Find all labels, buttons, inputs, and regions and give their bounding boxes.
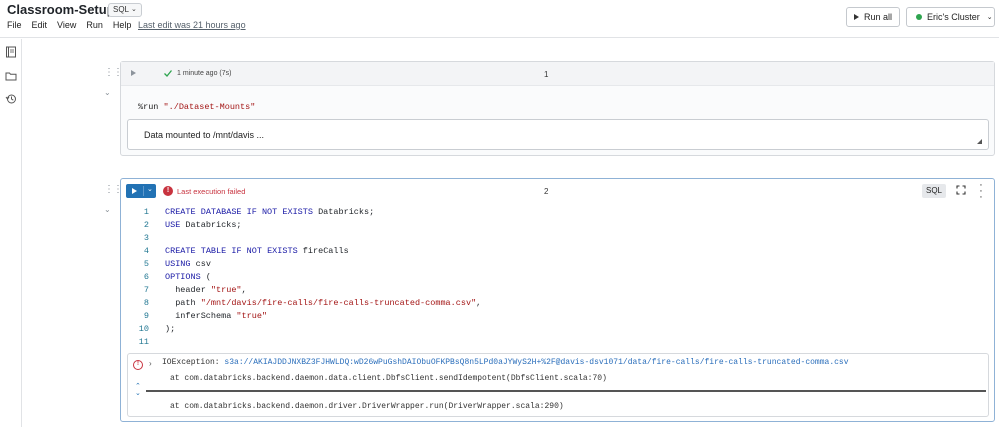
code-line[interactable]: 8 path "/mnt/davis/fire-calls/fire-calls… bbox=[121, 297, 994, 310]
line-number: 1 bbox=[143, 207, 149, 217]
chevron-down-icon: ⌄ bbox=[131, 6, 137, 13]
language-label: SQL bbox=[113, 5, 130, 14]
error-path[interactable]: s3a://AKIAJDDJNXBZ3FJHWLDQ:wD26wPuGshDAI… bbox=[224, 358, 848, 367]
cell-result: Data mounted to /mnt/davis ... bbox=[127, 119, 989, 150]
error-output: ! › IOException: s3a://AKIAJDDJNXBZ3FJHW… bbox=[127, 353, 989, 417]
code-text: inferSchema "true" bbox=[165, 311, 268, 321]
menu-bar: File Edit View Run Help bbox=[7, 20, 141, 30]
cell-toolbar: 1 minute ago (7s) 1 bbox=[121, 62, 994, 86]
stack-trace-line: at com.databricks.backend.daemon.driver.… bbox=[170, 402, 564, 411]
code-text: USING csv bbox=[165, 259, 211, 269]
code-line[interactable]: 3 bbox=[121, 232, 994, 245]
last-edit-link[interactable]: Last edit was 21 hours ago bbox=[138, 20, 246, 30]
trace-divider[interactable] bbox=[146, 390, 986, 392]
run-all-label: Run all bbox=[863, 12, 892, 22]
line-number: 8 bbox=[143, 298, 149, 308]
language-selector[interactable]: SQL ⌄ bbox=[108, 3, 142, 17]
line-number: 7 bbox=[143, 285, 149, 295]
line-number: 10 bbox=[138, 324, 149, 334]
revision-history-icon[interactable] bbox=[5, 92, 17, 104]
cluster-selector[interactable]: Eric's Cluster ⌄ bbox=[906, 7, 995, 27]
fullscreen-icon[interactable] bbox=[956, 185, 966, 195]
code-text: ); bbox=[165, 324, 176, 334]
run-cell-button[interactable]: ⌄ bbox=[126, 184, 156, 198]
code-text: OPTIONS ( bbox=[165, 272, 211, 282]
expand-collapse-icon[interactable]: ⌃ ⌄ bbox=[135, 383, 141, 397]
code-text: header "true", bbox=[165, 285, 247, 295]
code-line[interactable]: 1 CREATE DATABASE IF NOT EXISTS Databrick… bbox=[121, 206, 994, 219]
notebook-title[interactable]: Classroom-Setup bbox=[7, 2, 115, 17]
error-message: IOException: s3a://AKIAJDDJNXBZ3FJHWLDQ:… bbox=[162, 358, 849, 367]
notebook-icon[interactable] bbox=[5, 45, 17, 58]
folder-icon[interactable] bbox=[5, 69, 17, 81]
line-number: 5 bbox=[143, 259, 149, 269]
menu-run[interactable]: Run bbox=[86, 20, 103, 30]
execution-status: Last execution failed bbox=[177, 187, 246, 196]
code-line[interactable]: 5 USING csv bbox=[121, 258, 994, 271]
cell-number: 1 bbox=[544, 70, 549, 79]
cluster-status-dot bbox=[916, 14, 922, 20]
line-number: 11 bbox=[138, 337, 149, 347]
stack-trace-line: at com.databricks.backend.daemon.data.cl… bbox=[170, 374, 607, 383]
cell-toolbar: ⌄ ! Last execution failed 2 SQL · · · bbox=[121, 179, 994, 203]
check-icon bbox=[164, 70, 173, 77]
chevron-down-icon: ⌄ bbox=[986, 14, 993, 21]
play-icon bbox=[853, 14, 859, 20]
code-line[interactable]: 7 header "true", bbox=[121, 284, 994, 297]
error-icon: ! bbox=[163, 186, 173, 196]
more-options-icon[interactable]: · · · bbox=[978, 180, 984, 203]
line-number: 9 bbox=[143, 311, 149, 321]
play-icon bbox=[132, 187, 137, 194]
cell-language-badge[interactable]: SQL bbox=[922, 184, 946, 198]
chevron-down-icon[interactable]: ⌄ bbox=[147, 185, 153, 193]
run-cell-icon[interactable] bbox=[131, 70, 136, 76]
code-text: CREATE DATABASE IF NOT EXISTS Databricks… bbox=[165, 207, 375, 217]
line-number: 6 bbox=[143, 272, 149, 282]
collapse-chevron-icon[interactable]: ⌄ bbox=[104, 88, 111, 97]
left-rail bbox=[0, 39, 22, 427]
code-line[interactable]: 4 CREATE TABLE IF NOT EXISTS fireCalls bbox=[121, 245, 994, 258]
command-prefix: %run bbox=[138, 102, 164, 112]
cluster-name: Eric's Cluster bbox=[927, 12, 980, 22]
code-line[interactable]: 11 bbox=[121, 336, 994, 349]
code-line[interactable]: 6 OPTIONS ( bbox=[121, 271, 994, 284]
notebook-cell-2[interactable]: ⌄ ! Last execution failed 2 SQL · · · 1 CRE… bbox=[120, 178, 995, 422]
chevron-right-icon[interactable]: › bbox=[149, 359, 152, 368]
cell-command[interactable]: %run "./Dataset-Mounts" bbox=[138, 102, 255, 112]
menu-help[interactable]: Help bbox=[113, 20, 132, 30]
code-line[interactable]: 2 USE Databricks; bbox=[121, 219, 994, 232]
divider bbox=[143, 186, 144, 196]
code-text: USE Databricks; bbox=[165, 220, 242, 230]
code-line[interactable]: 10); bbox=[121, 323, 994, 336]
resize-handle-icon[interactable] bbox=[977, 139, 982, 144]
code-text: path "/mnt/davis/fire-calls/fire-calls-t… bbox=[165, 298, 482, 308]
error-icon: ! bbox=[133, 360, 143, 370]
execution-time: 1 minute ago (7s) bbox=[177, 70, 232, 77]
menu-view[interactable]: View bbox=[57, 20, 76, 30]
result-text: Data mounted to /mnt/davis ... bbox=[144, 130, 265, 140]
menu-file[interactable]: File bbox=[7, 20, 22, 30]
code-text: CREATE TABLE IF NOT EXISTS fireCalls bbox=[165, 246, 349, 256]
collapse-chevron-icon[interactable]: ⌄ bbox=[104, 205, 111, 214]
notebook-cell-1[interactable]: 1 minute ago (7s) 1 %run "./Dataset-Moun… bbox=[120, 61, 995, 156]
line-number: 3 bbox=[143, 233, 149, 243]
code-line[interactable]: 9 inferSchema "true" bbox=[121, 310, 994, 323]
line-number: 4 bbox=[143, 246, 149, 256]
notebook-header: Classroom-Setup SQL ⌄ File Edit View Run… bbox=[0, 0, 999, 38]
cell-number: 2 bbox=[544, 187, 549, 196]
run-all-button[interactable]: Run all bbox=[846, 7, 900, 27]
error-type: IOException: bbox=[162, 358, 225, 367]
line-number: 2 bbox=[143, 220, 149, 230]
menu-edit[interactable]: Edit bbox=[32, 20, 48, 30]
command-argument: "./Dataset-Mounts" bbox=[163, 102, 256, 112]
